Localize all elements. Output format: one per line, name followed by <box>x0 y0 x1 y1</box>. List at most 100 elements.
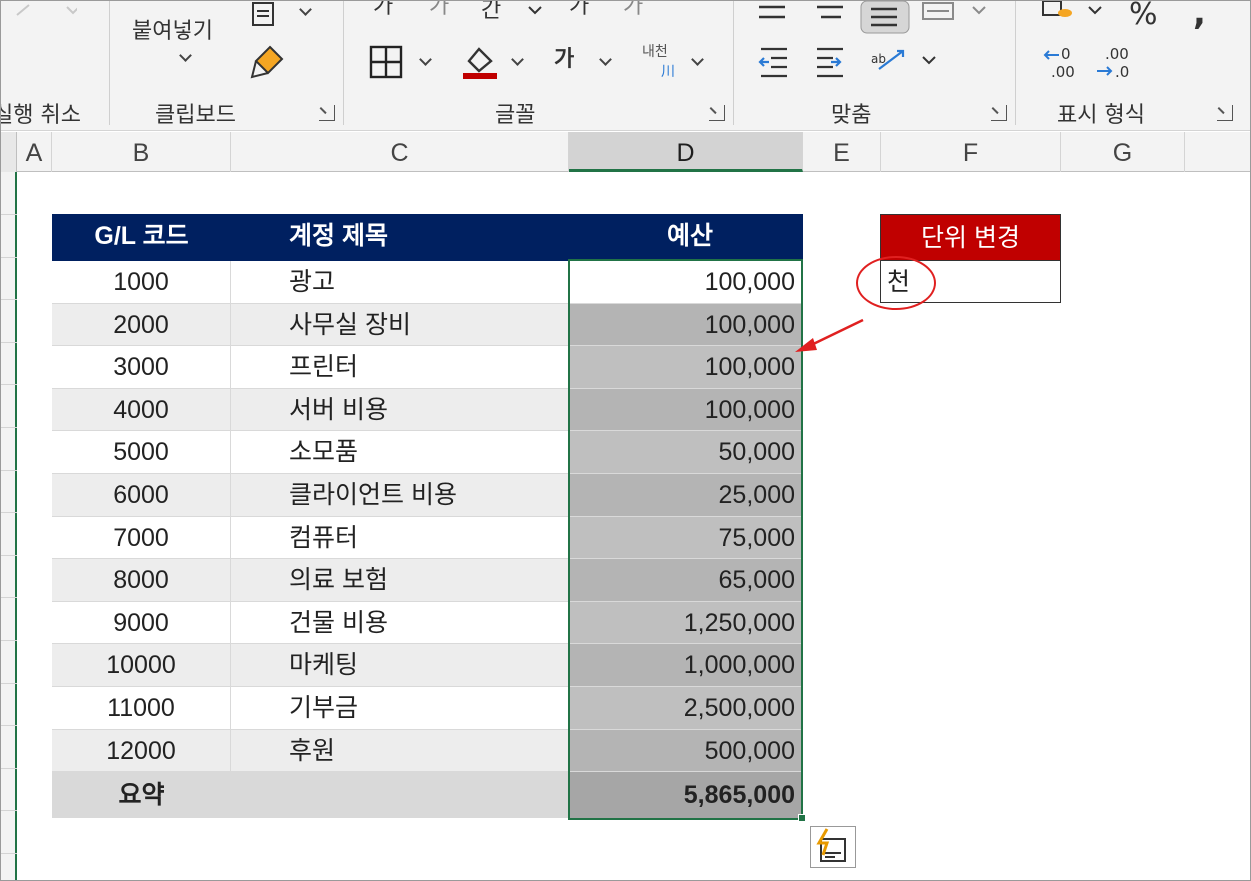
svg-text:가: 가 <box>429 1 449 19</box>
table-cell-budget[interactable]: 50,000 <box>569 431 803 474</box>
table-cell-code[interactable]: 11000 <box>52 687 231 730</box>
alignment-launcher-icon[interactable] <box>991 105 1007 121</box>
fill-handle[interactable] <box>798 814 806 822</box>
fill-color-icon[interactable] <box>461 41 501 81</box>
table-cell-budget[interactable]: 100,000 <box>569 388 803 432</box>
unit-change-header: 단위 변경 <box>880 214 1061 261</box>
phonetic-guide-button[interactable]: 내천 <box>642 41 668 61</box>
table-cell-account[interactable]: 건물 비용 <box>231 601 569 645</box>
table-cell-account[interactable]: 컴퓨터 <box>231 516 569 560</box>
annotation-arrow-icon <box>795 318 864 352</box>
table-cell-budget[interactable]: 1,250,000 <box>569 601 803 645</box>
svg-text:.00: .00 <box>1051 63 1075 81</box>
svg-text:.00: .00 <box>1105 45 1129 63</box>
table-cell-code[interactable]: 10000 <box>52 644 231 687</box>
table-cell-budget[interactable]: 75,000 <box>569 516 803 560</box>
increase-decimal-icon[interactable]: 0 .00 <box>1041 43 1081 81</box>
column-header-b[interactable]: B <box>52 132 231 172</box>
comma-style-button[interactable]: , <box>1193 1 1206 33</box>
table-cell-code[interactable]: 2000 <box>52 303 231 347</box>
table-cell-code[interactable]: 4000 <box>52 388 231 432</box>
table-cell-budget[interactable]: 500,000 <box>569 729 803 773</box>
group-label-font: 글꼴 <box>495 103 536 128</box>
group-separator <box>109 1 110 125</box>
table-cell-budget[interactable]: 100,000 <box>569 303 803 347</box>
select-all-corner[interactable] <box>1 132 17 172</box>
number-launcher-icon[interactable] <box>1217 105 1233 121</box>
paste-button[interactable]: 붙여넣기 <box>132 13 213 45</box>
table-cell-account[interactable]: 사무실 장비 <box>231 303 569 347</box>
svg-text:가: 가 <box>373 1 393 19</box>
group-label-number: 표시 형식 <box>1057 103 1145 128</box>
column-header-d[interactable]: D <box>569 132 803 172</box>
table-cell-account[interactable]: 소모품 <box>231 431 569 474</box>
column-header-f[interactable]: F <box>881 132 1061 172</box>
row-header-bar <box>1 172 17 880</box>
table-cell-account[interactable]: 의료 보험 <box>231 559 569 602</box>
percent-style-button[interactable]: % <box>1129 1 1158 32</box>
font-launcher-icon[interactable] <box>709 105 725 121</box>
svg-text:.0: .0 <box>1115 63 1129 81</box>
header-gl-code[interactable]: G/L 코드 <box>52 214 231 261</box>
table-cell-budget[interactable]: 100,000 <box>569 346 803 389</box>
quick-analysis-button[interactable] <box>810 826 856 868</box>
svg-text:간: 간 <box>481 1 501 23</box>
summary-label-cell[interactable]: 요약 <box>52 772 231 819</box>
table-cell-budget[interactable]: 1,000,000 <box>569 644 803 687</box>
ribbon: 실행 취소 붙여넣기 클립보드 가 가 간 가 가 가 내천 川 글꼴 ab 맞… <box>0 1 1250 131</box>
borders-icon[interactable] <box>369 45 405 79</box>
group-separator <box>343 1 344 125</box>
table-cell-budget[interactable]: 25,000 <box>569 474 803 517</box>
copy-chevron-down-icon[interactable] <box>299 3 312 16</box>
summary-blank-cell[interactable] <box>231 772 569 819</box>
table-cell-code[interactable]: 9000 <box>52 601 231 645</box>
group-label-undo: 실행 취소 <box>0 103 81 128</box>
table-cell-code[interactable]: 7000 <box>52 516 231 560</box>
table-cell-account[interactable]: 프린터 <box>231 346 569 389</box>
table-cell-code[interactable]: 1000 <box>52 261 231 304</box>
table-cell-code[interactable]: 12000 <box>52 729 231 773</box>
font-hangul-button[interactable]: 가 <box>554 41 574 73</box>
table-cell-budget[interactable]: 2,500,000 <box>569 687 803 730</box>
svg-text:ab: ab <box>871 52 886 66</box>
paste-dropdown-chevron-down-icon[interactable] <box>179 49 192 62</box>
table-cell-account[interactable]: 마케팅 <box>231 644 569 687</box>
table-cell-budget[interactable]: 65,000 <box>569 559 803 602</box>
copy-icon[interactable] <box>247 1 287 29</box>
phonetic-chevron-down-icon[interactable] <box>691 53 704 66</box>
svg-text:0: 0 <box>1061 45 1071 63</box>
table-cell-code[interactable]: 3000 <box>52 346 231 389</box>
table-cell-account[interactable]: 클라이언트 비용 <box>231 474 569 517</box>
indent-icons[interactable]: ab <box>757 45 947 81</box>
column-header-a[interactable]: A <box>17 132 52 172</box>
excel-window: 실행 취소 붙여넣기 클립보드 가 가 간 가 가 가 내천 川 글꼴 ab 맞… <box>0 0 1251 881</box>
fill-color-chevron-down-icon[interactable] <box>511 53 524 66</box>
font-color-chevron-down-icon[interactable] <box>599 53 612 66</box>
decrease-decimal-icon[interactable]: .00 .0 <box>1095 43 1135 81</box>
table-cell-code[interactable]: 8000 <box>52 559 231 602</box>
table-cell-account[interactable]: 서버 비용 <box>231 388 569 432</box>
align-top-icons[interactable] <box>757 1 1007 35</box>
format-painter-icon[interactable] <box>248 43 288 81</box>
undo-icon[interactable] <box>7 1 77 23</box>
clipboard-launcher-icon[interactable] <box>319 105 335 121</box>
annotation-circle <box>856 256 936 310</box>
group-separator <box>1015 1 1016 125</box>
table-cell-account[interactable]: 광고 <box>231 261 569 304</box>
table-cell-code[interactable]: 5000 <box>52 431 231 474</box>
borders-chevron-down-icon[interactable] <box>419 53 432 66</box>
table-cell-code[interactable]: 6000 <box>52 474 231 517</box>
column-header-e[interactable]: E <box>803 132 881 172</box>
accounting-format-icon[interactable] <box>1041 1 1111 25</box>
column-header-g[interactable]: G <box>1061 132 1185 172</box>
header-account-title[interactable]: 계정 제목 <box>231 214 569 261</box>
table-cell-budget[interactable]: 100,000 <box>569 261 803 304</box>
table-cell-account[interactable]: 기부금 <box>231 687 569 730</box>
svg-text:가: 가 <box>569 1 589 19</box>
header-budget[interactable]: 예산 <box>569 214 803 261</box>
font-size-icons[interactable]: 가 가 간 가 가 <box>371 1 661 23</box>
table-cell-account[interactable]: 후원 <box>231 729 569 773</box>
column-header-c[interactable]: C <box>231 132 569 172</box>
summary-budget-cell[interactable]: 5,865,000 <box>569 772 803 819</box>
svg-text:가: 가 <box>623 1 643 19</box>
